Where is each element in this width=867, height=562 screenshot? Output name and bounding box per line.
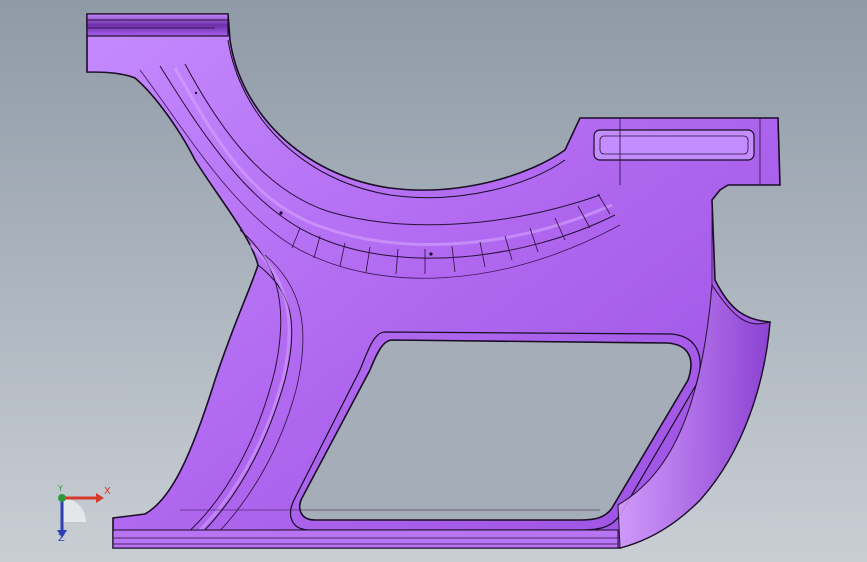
- bottom-rail: [112, 529, 619, 549]
- axis-triad-icon: [57, 493, 104, 538]
- y-axis-label: Y: [58, 484, 63, 493]
- upper-slot: [593, 129, 755, 161]
- graphics-viewport[interactable]: X Y Z: [0, 0, 867, 562]
- x-axis-label: X: [104, 486, 111, 497]
- coordinate-triad: X Y Z: [44, 478, 124, 550]
- top-mount-bar: [86, 13, 229, 37]
- 3d-part-model[interactable]: [0, 0, 867, 562]
- z-axis-label: Z: [58, 533, 65, 544]
